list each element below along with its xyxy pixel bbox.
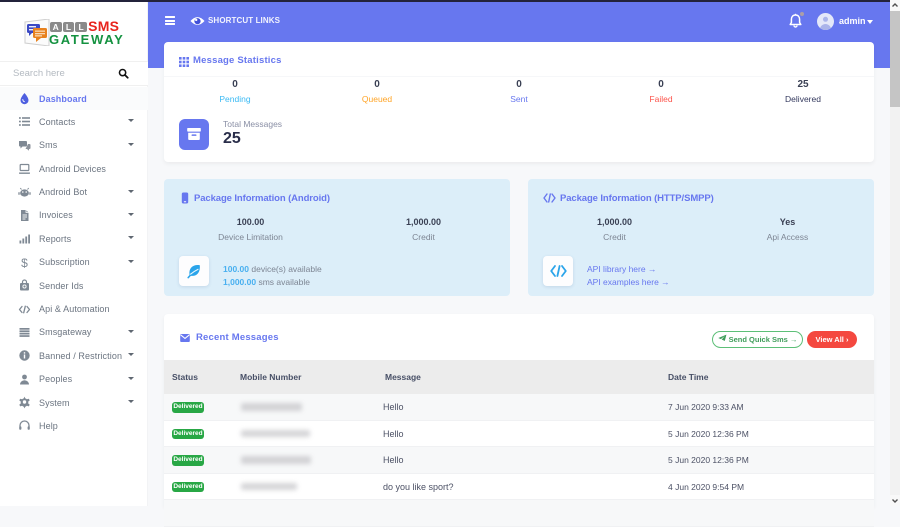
svg-text:$: $ bbox=[21, 256, 28, 269]
